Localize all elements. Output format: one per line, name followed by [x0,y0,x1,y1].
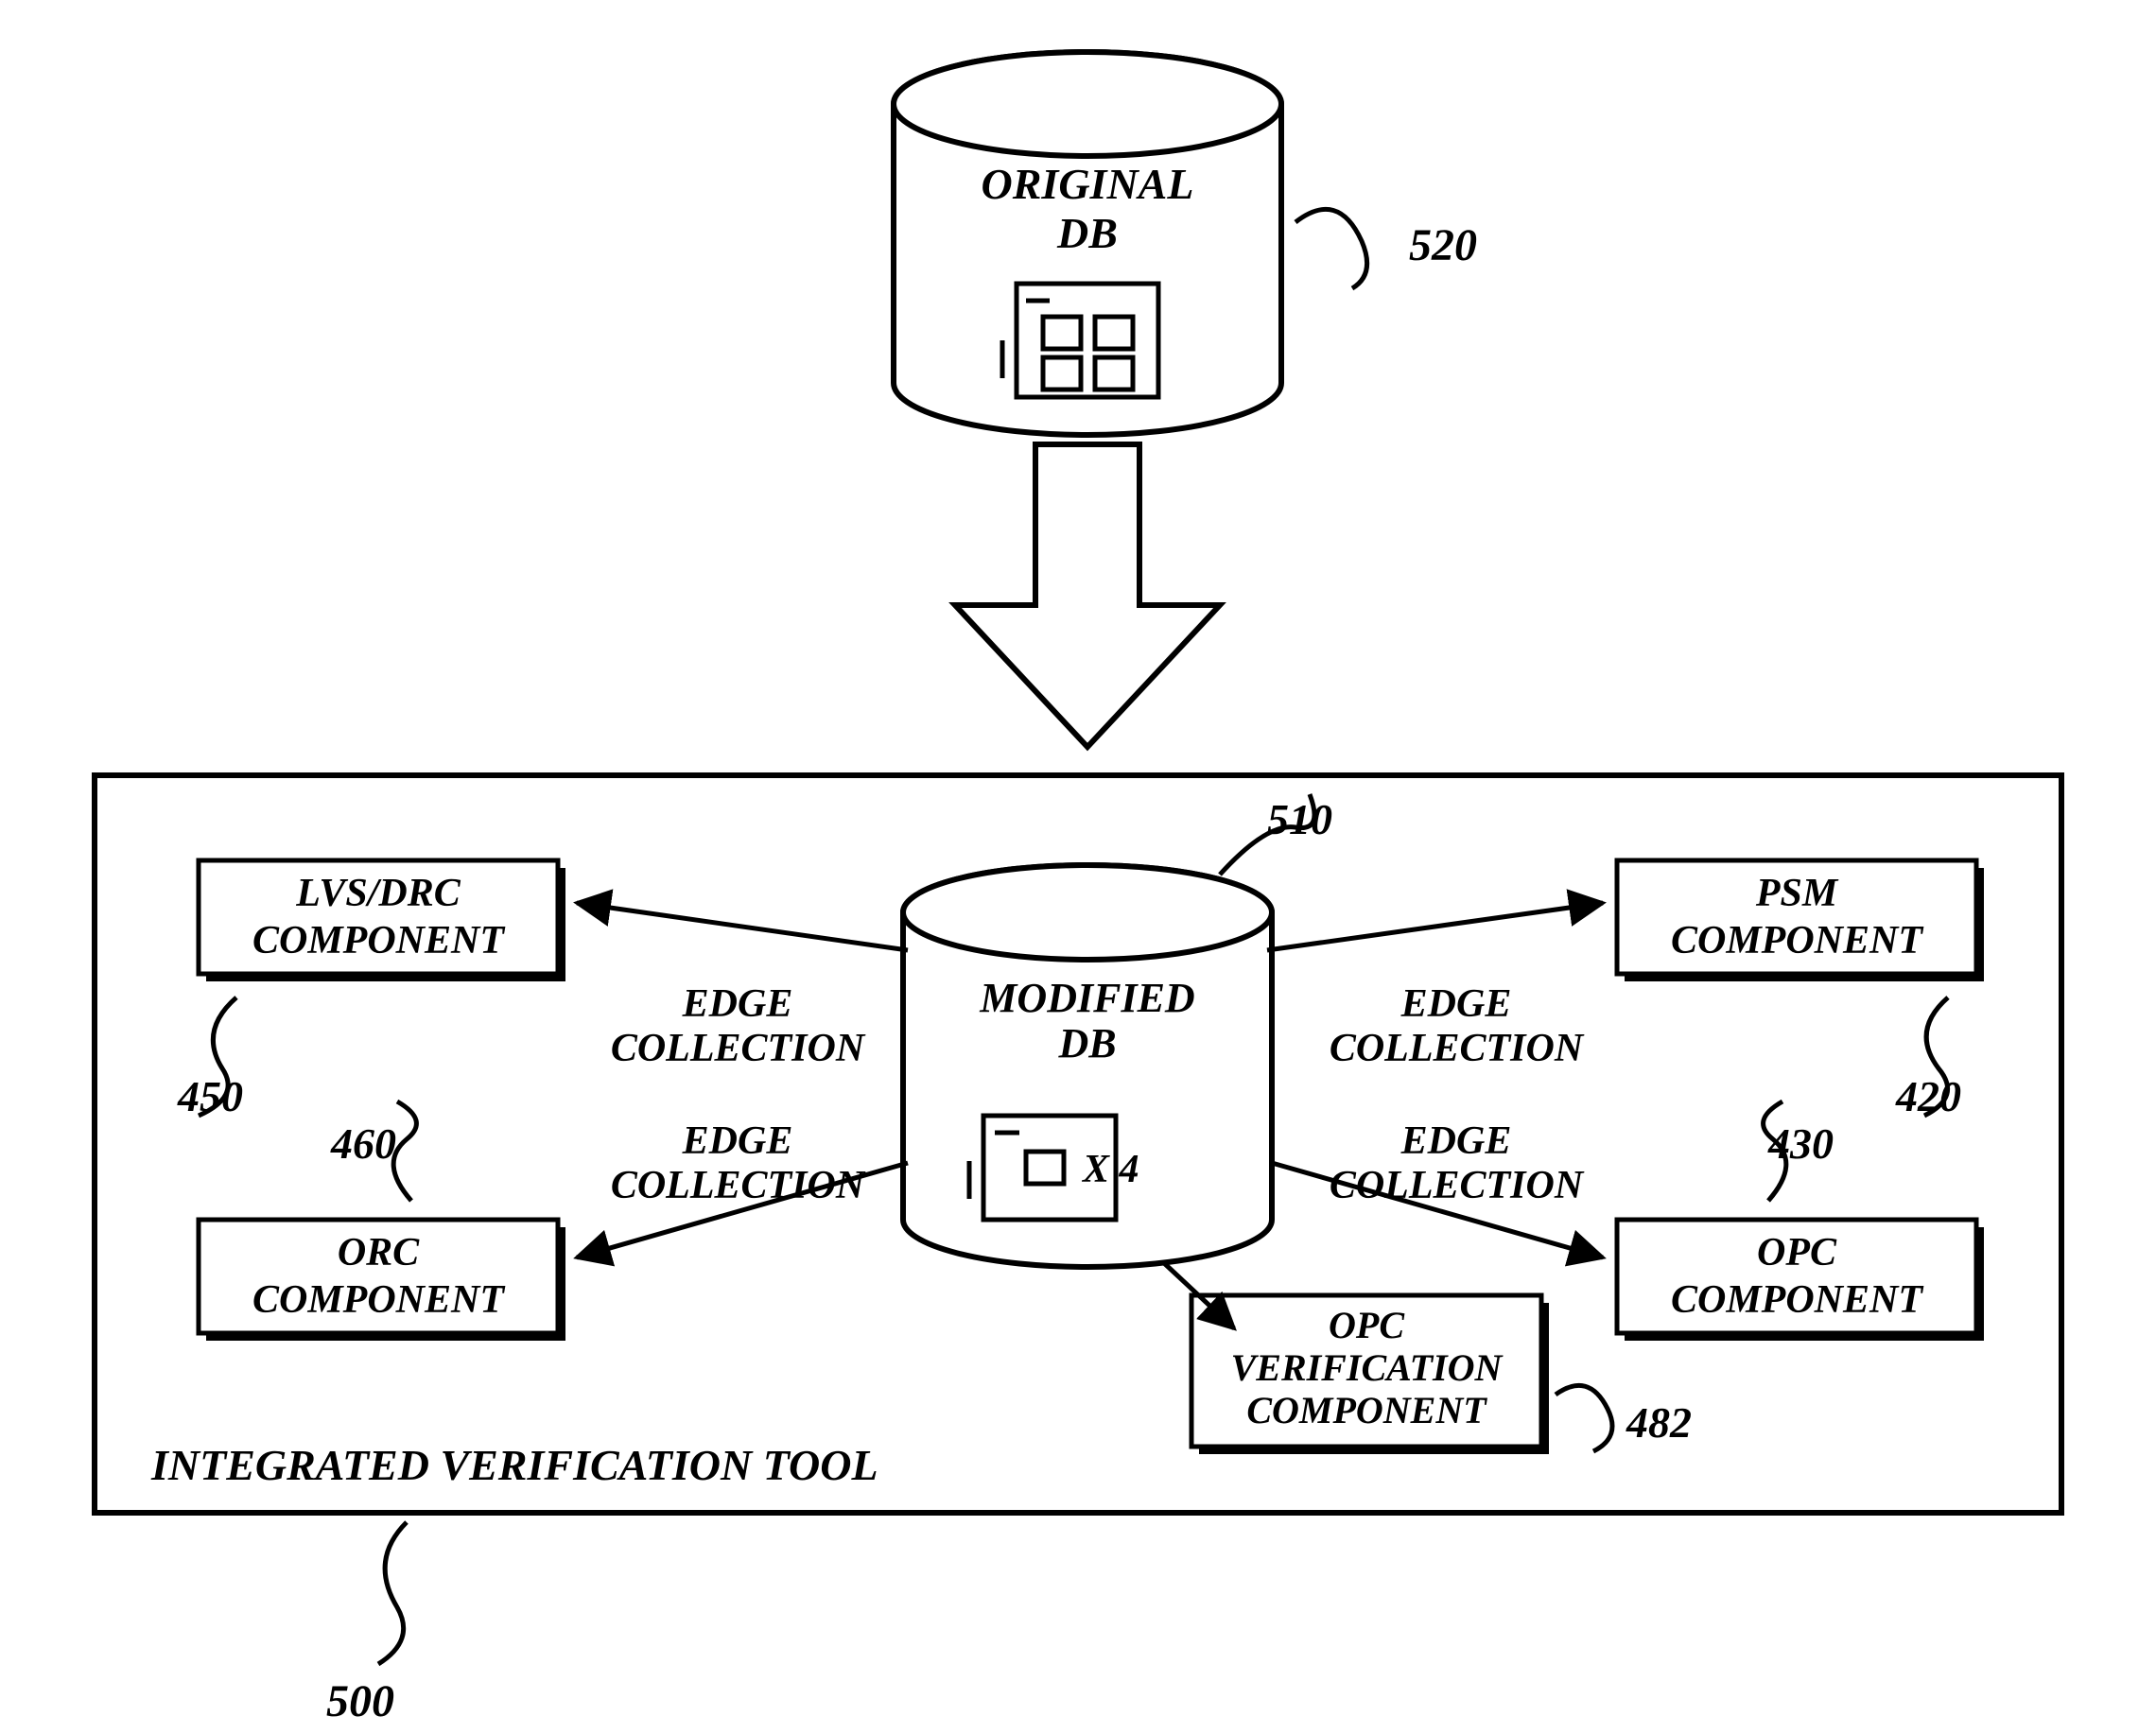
edge-bl-2: COLLECTION [611,1164,866,1207]
svg-text:COMPONENT: COMPONENT [1671,1278,1924,1322]
svg-text:ORC: ORC [338,1231,420,1274]
arrow-to-psm [1267,903,1603,950]
svg-text:COMPONENT: COMPONENT [1246,1389,1487,1431]
orc-component: ORC COMPONENT [199,1220,565,1341]
opc-component: OPC COMPONENT [1617,1220,1984,1341]
ref-460: 460 [330,1119,396,1168]
dialog-x4-icon: X 4 [969,1116,1139,1220]
integrated-tool-label: INTEGRATED VERIFICATION TOOL [150,1441,878,1489]
ref-leader-520 [1295,209,1367,288]
down-arrow-icon [955,444,1220,747]
ref-520: 520 [1409,220,1477,270]
x4-label: X 4 [1081,1148,1139,1191]
original-db-line1: ORIGINAL [982,160,1194,208]
ref-500: 500 [326,1676,394,1726]
modified-db-line2: DB [1057,1020,1116,1066]
ref-482: 482 [1626,1398,1692,1447]
modified-db: MODIFIED DB X 4 510 [903,794,1332,1267]
ref-450: 450 [177,1072,243,1120]
svg-text:COMPONENT: COMPONENT [1671,919,1924,962]
edge-br-1: EDGE [1400,1119,1512,1163]
psm-component: PSM COMPONENT [1617,860,1984,981]
modified-db-line1: MODIFIED [979,975,1194,1021]
edge-tr-2: COLLECTION [1330,1027,1585,1070]
original-db: ORIGINAL DB 520 [894,52,1477,435]
original-db-line2: DB [1056,209,1118,257]
svg-text:VERIFICATION: VERIFICATION [1231,1346,1504,1389]
ref-leader-482 [1556,1385,1612,1451]
svg-text:LVS/DRC: LVS/DRC [295,872,461,915]
edge-bl-1: EDGE [682,1119,793,1163]
arrow-to-lvs [577,903,908,950]
edge-tl-1: EDGE [682,982,793,1026]
ref-430: 430 [1767,1119,1834,1168]
edge-br-2: COLLECTION [1330,1164,1585,1207]
svg-text:COMPONENT: COMPONENT [252,919,506,962]
svg-text:OPC: OPC [1757,1231,1837,1274]
lvs-drc-component: LVS/DRC COMPONENT [199,860,565,981]
svg-text:PSM: PSM [1755,872,1839,915]
edge-tr-1: EDGE [1400,982,1512,1026]
dialog-icon [1002,284,1158,397]
ref-leader-460 [393,1101,416,1201]
ref-510: 510 [1267,795,1332,843]
svg-text:COMPONENT: COMPONENT [252,1278,506,1322]
opc-verification-component: OPC VERIFICATION COMPONENT [1191,1295,1549,1454]
edge-tl-2: COLLECTION [611,1027,866,1070]
ref-leader-500 [378,1522,407,1664]
ref-420: 420 [1895,1072,1961,1120]
svg-text:OPC: OPC [1329,1304,1405,1346]
